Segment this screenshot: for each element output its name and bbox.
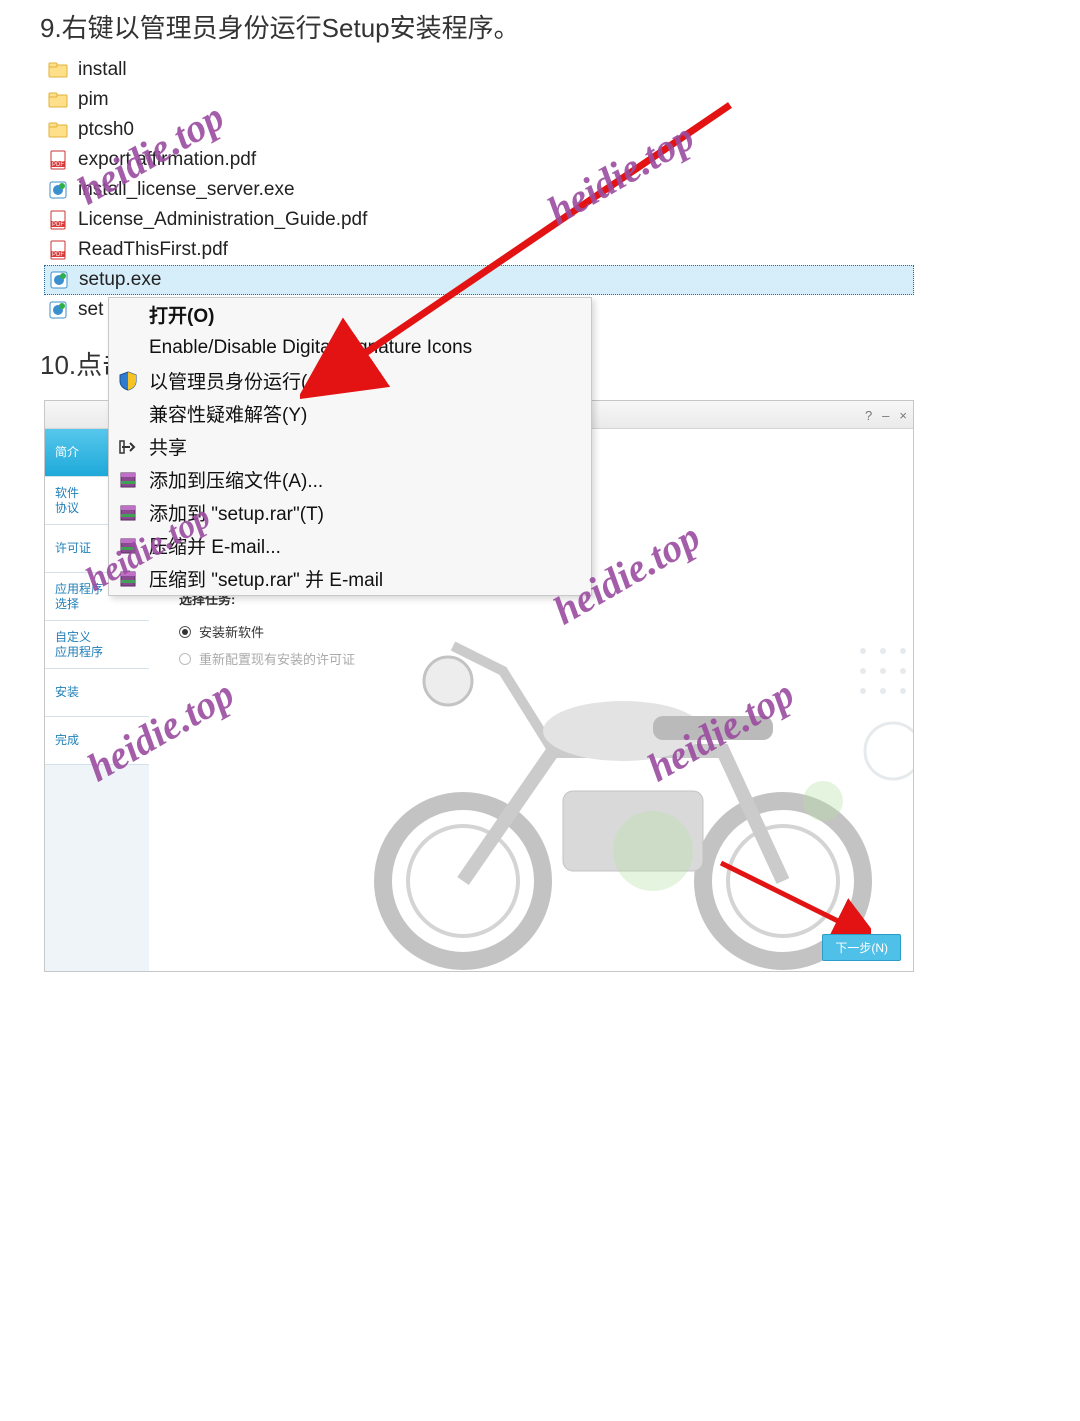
file-row-export-affirmation[interactable]: PDF export affirmation.pdf [44,145,914,175]
cm-open[interactable]: 打开(O) [109,298,591,331]
svg-text:PDF: PDF [52,222,64,228]
exe-icon [49,270,69,290]
file-list: install pim ptcsh0 PDF export affirmatio… [44,55,914,325]
radio-icon [179,653,191,665]
radio-reconfigure[interactable]: 重新配置现有安装的许可证 [179,649,893,668]
help-icon[interactable]: ? [865,408,872,423]
file-name: ptcsh0 [78,119,134,141]
share-icon [117,436,139,458]
radio-install-new[interactable]: 安装新软件 [179,622,893,641]
folder-icon [48,60,68,80]
pdf-icon: PDF [48,150,68,170]
sidebar-item-label: 软件 协议 [55,486,79,516]
rar-icon [117,469,139,491]
cm-label: 共享 [149,433,187,460]
rar-icon [117,568,139,590]
cm-label: 以管理员身份运行(A) [149,367,326,394]
context-menu: 打开(O) Enable/Disable Digital Signature I… [108,297,592,596]
sidebar-item-label: 应用程序 选择 [55,582,103,612]
sidebar-item-label: 许可证 [55,541,91,556]
sidebar-item-custom-app[interactable]: 自定义 应用程序 [45,621,149,669]
sidebar-item-label: 安装 [55,685,79,700]
file-name: setup.exe [79,269,161,291]
cm-compress-rar-email[interactable]: 压缩到 "setup.rar" 并 E-mail [109,562,591,595]
sidebar-item-label: 完成 [55,733,79,748]
file-row-ptcsh0[interactable]: ptcsh0 [44,115,914,145]
cm-label: 打开(O) [149,301,214,328]
cm-label: 压缩到 "setup.rar" 并 E-mail [149,565,383,592]
file-row-install-license-server[interactable]: install_license_server.exe [44,175,914,205]
rar-icon [117,502,139,524]
shield-icon [117,370,139,392]
sidebar-item-label: 简介 [55,445,79,460]
file-row-setup-exe[interactable]: setup.exe [44,265,914,295]
pdf-icon: PDF [48,210,68,230]
sidebar-item-label: 自定义 应用程序 [55,630,103,660]
next-button[interactable]: 下一步(N) [822,934,901,961]
cm-label: 添加到压缩文件(A)... [149,466,323,493]
step-9-heading: 9.右键以管理员身份运行Setup安装程序。 [0,0,1080,55]
cm-label: Enable/Disable Digital Signature Icons [149,337,472,359]
cm-compat-troubleshoot[interactable]: 兼容性疑难解答(Y) [109,397,591,430]
rar-icon [117,535,139,557]
file-name: install_license_server.exe [78,179,295,201]
minimize-icon[interactable]: – [882,408,889,423]
pdf-icon: PDF [48,240,68,260]
cm-share[interactable]: 共享 [109,430,591,463]
svg-text:PDF: PDF [52,162,64,168]
cm-add-to-archive[interactable]: 添加到压缩文件(A)... [109,463,591,496]
file-name: export affirmation.pdf [78,149,256,171]
exe-icon [48,180,68,200]
sidebar-item-install[interactable]: 安装 [45,669,149,717]
file-name: set [78,299,103,321]
cm-enable-disable-sig[interactable]: Enable/Disable Digital Signature Icons [109,331,591,364]
cm-label: 兼容性疑难解答(Y) [149,400,307,427]
file-name: License_Administration_Guide.pdf [78,209,367,231]
cm-add-to-setup-rar[interactable]: 添加到 "setup.rar"(T) [109,496,591,529]
radio-icon [179,626,191,638]
folder-icon [48,90,68,110]
cm-run-as-admin[interactable]: 以管理员身份运行(A) [109,364,591,397]
file-name: install [78,59,127,81]
file-name: ReadThisFirst.pdf [78,239,228,261]
file-name: pim [78,89,109,111]
close-icon[interactable]: × [899,408,907,423]
file-row-license-admin-guide[interactable]: PDF License_Administration_Guide.pdf [44,205,914,235]
sidebar-item-finish[interactable]: 完成 [45,717,149,765]
cm-label: 压缩并 E-mail... [149,532,281,559]
exe-icon [48,300,68,320]
cm-compress-email[interactable]: 压缩并 E-mail... [109,529,591,562]
file-row-install[interactable]: install [44,55,914,85]
folder-icon [48,120,68,140]
svg-text:PDF: PDF [52,252,64,258]
file-row-pim[interactable]: pim [44,85,914,115]
cm-label: 添加到 "setup.rar"(T) [149,499,324,526]
radio-label: 安装新软件 [199,622,264,641]
file-row-readthisfirst[interactable]: PDF ReadThisFirst.pdf [44,235,914,265]
radio-label: 重新配置现有安装的许可证 [199,649,355,668]
